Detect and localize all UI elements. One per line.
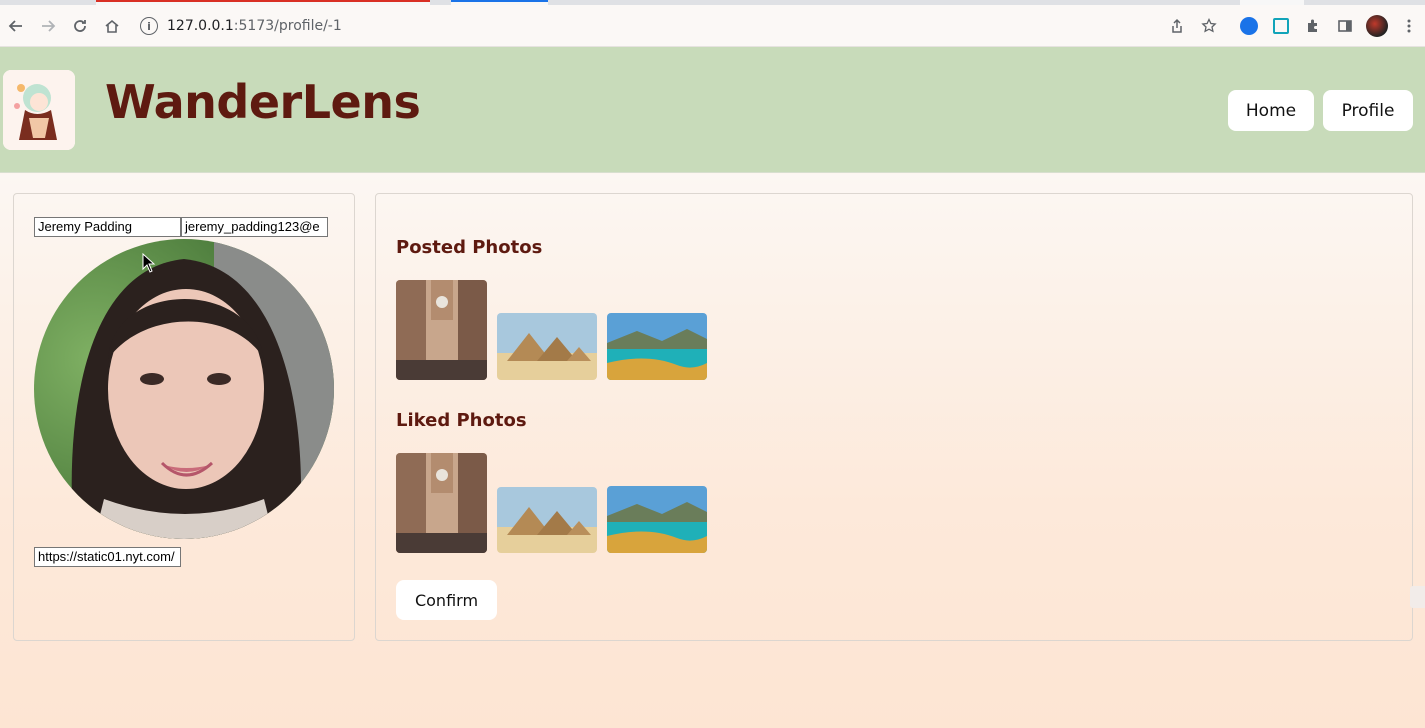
- posted-photos-title: Posted Photos: [396, 237, 543, 258]
- mouse-cursor-icon: [142, 252, 156, 278]
- url-host: 127.0.0.1: [167, 18, 234, 34]
- liked-coast-photo[interactable]: [607, 486, 707, 553]
- posted-coast-photo[interactable]: [607, 313, 707, 380]
- nav-profile-button[interactable]: Profile: [1323, 90, 1413, 131]
- photos-panel: [375, 193, 1413, 641]
- confirm-button[interactable]: Confirm: [396, 580, 497, 620]
- liked-photos-title: Liked Photos: [396, 410, 527, 431]
- edge-widget: [1410, 586, 1425, 608]
- forward-icon[interactable]: [32, 10, 64, 42]
- sidepanel-icon[interactable]: [1329, 10, 1361, 42]
- address-bar[interactable]: i 127.0.0.1:5173/profile/-1: [140, 13, 342, 39]
- liked-pyramids-photo[interactable]: [497, 487, 597, 553]
- profile-picture: [34, 239, 334, 539]
- posted-street-photo[interactable]: [396, 280, 487, 380]
- share-icon[interactable]: [1161, 10, 1193, 42]
- home-icon[interactable]: [96, 10, 128, 42]
- back-icon[interactable]: [0, 10, 32, 42]
- nav-home-button[interactable]: Home: [1228, 90, 1314, 131]
- avatar-icon[interactable]: [1361, 10, 1393, 42]
- liked-street-photo[interactable]: [396, 453, 487, 553]
- url-path: :5173/profile/-1: [233, 18, 342, 34]
- reload-icon[interactable]: [64, 10, 96, 42]
- image-url-field[interactable]: https://static01.nyt.com/: [34, 547, 181, 567]
- posted-pyramids-photo[interactable]: [497, 313, 597, 380]
- puzzle-icon[interactable]: [1297, 10, 1329, 42]
- extension-blue-icon[interactable]: [1233, 10, 1265, 42]
- app-header: WanderLens Home Profile: [0, 47, 1425, 173]
- browser-toolbar: i 127.0.0.1:5173/profile/-1: [0, 5, 1425, 47]
- name-field[interactable]: Jeremy Padding: [34, 217, 181, 237]
- menu-icon[interactable]: [1393, 10, 1425, 42]
- save-extension-icon[interactable]: [1265, 10, 1297, 42]
- star-icon[interactable]: [1193, 10, 1225, 42]
- app-logo[interactable]: [3, 70, 75, 150]
- site-info-icon[interactable]: i: [140, 17, 158, 35]
- app-title: WanderLens: [105, 75, 421, 129]
- email-field[interactable]: jeremy_padding123@e: [181, 217, 328, 237]
